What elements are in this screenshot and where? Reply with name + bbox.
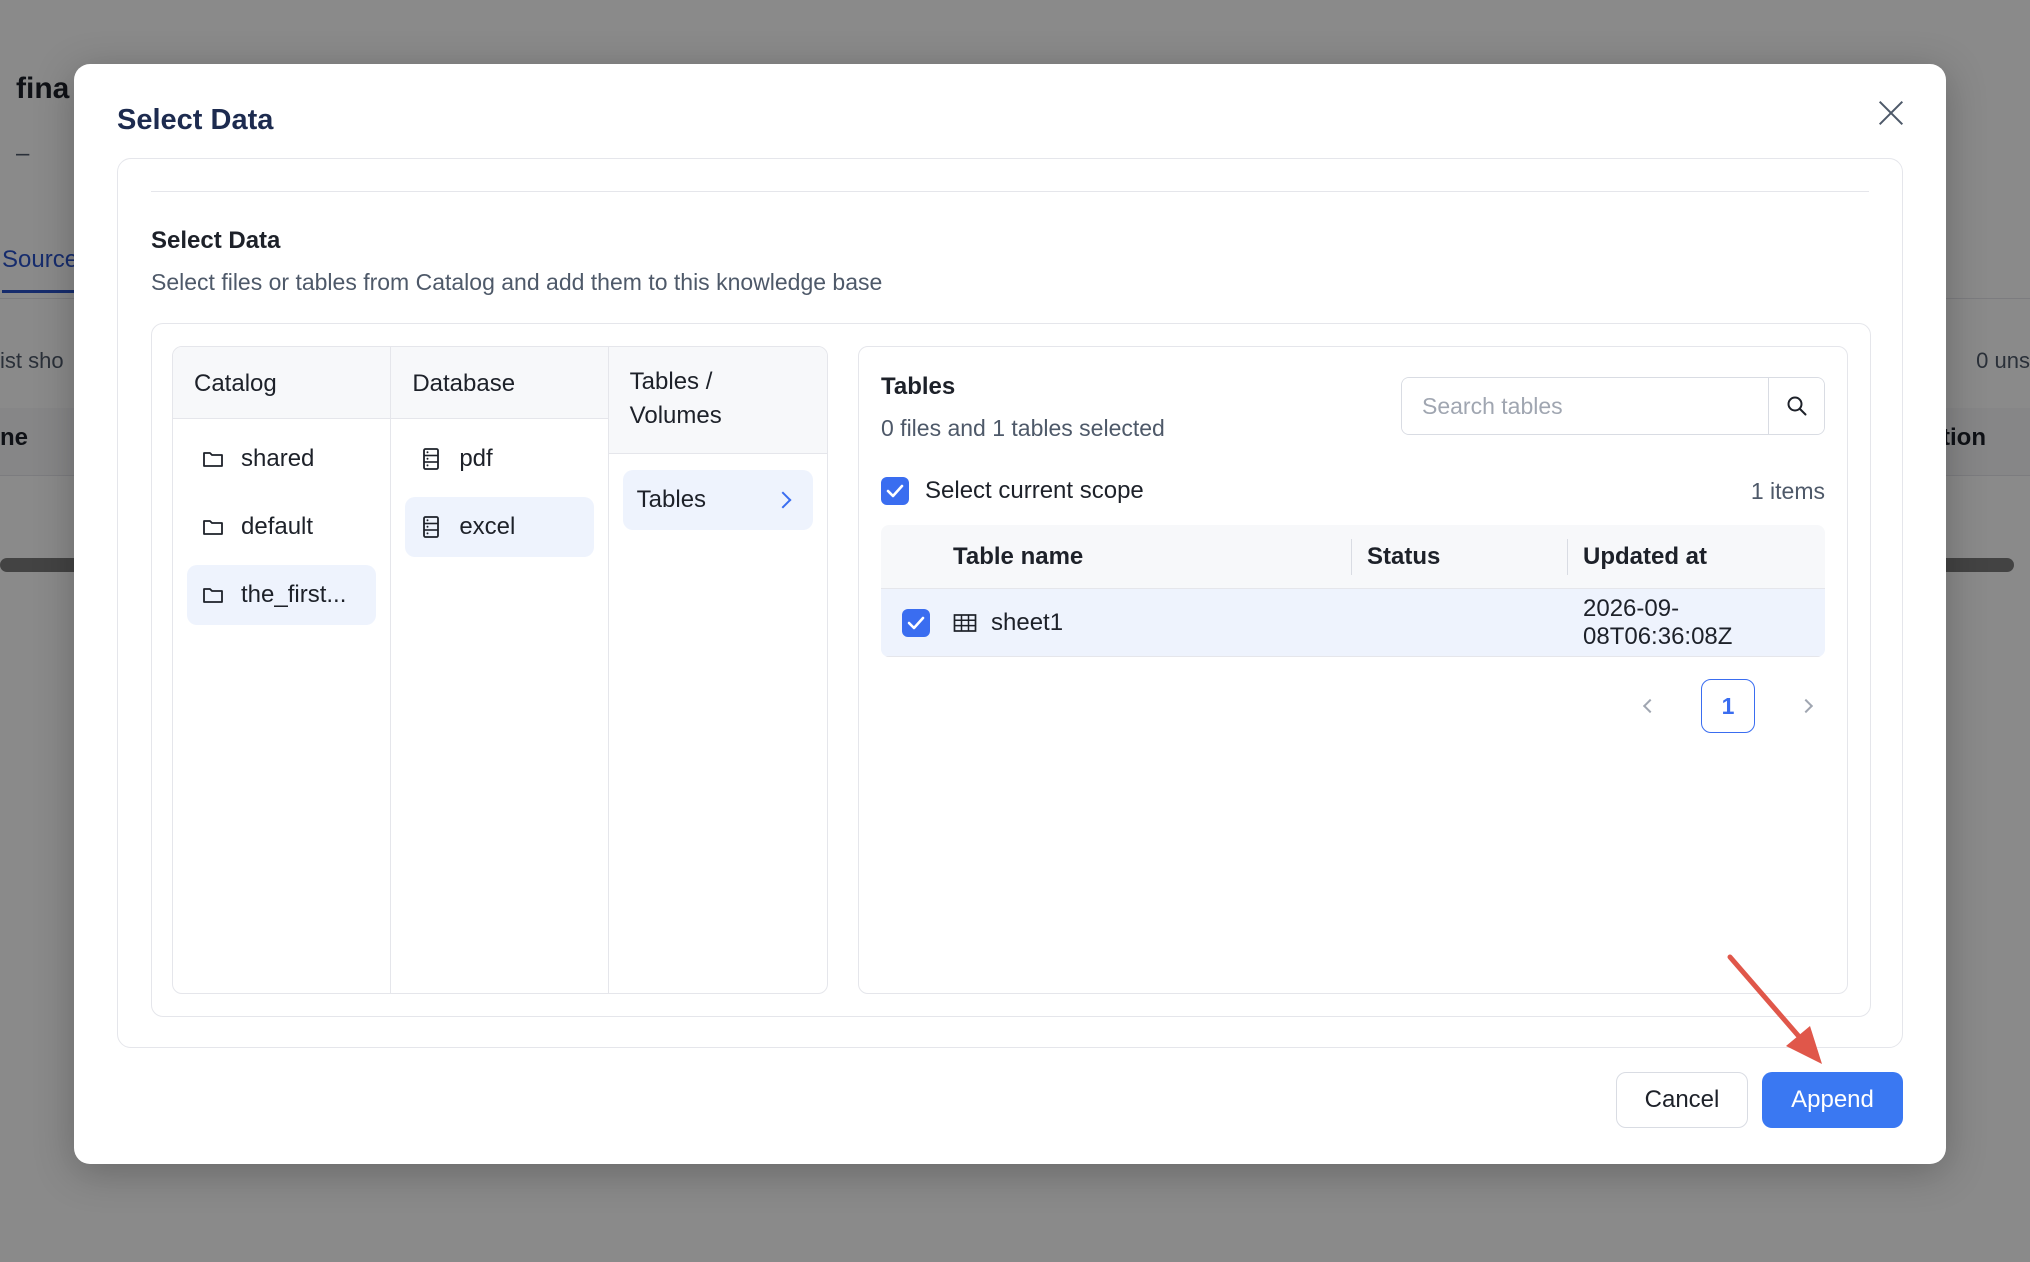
row-updated-at: 2026-09-08T06:36:08Z	[1583, 594, 1733, 650]
row-table-name-cell: sheet1	[951, 609, 1351, 637]
chevron-left-icon	[1642, 698, 1658, 714]
select-scope-checkbox[interactable]	[881, 477, 909, 505]
catalog-item-the-first[interactable]: the_first...	[187, 565, 377, 625]
pagination: 1	[1631, 679, 1825, 733]
database-item-excel[interactable]: excel	[405, 497, 594, 557]
divider	[151, 191, 1869, 192]
chevron-right-icon	[774, 491, 792, 509]
search-input[interactable]	[1402, 378, 1768, 434]
database-icon	[419, 447, 443, 471]
database-item-pdf[interactable]: pdf	[405, 429, 593, 489]
section-title: Select Data	[151, 227, 281, 254]
database-item-label: excel	[459, 513, 516, 540]
catalog-item-label: the_first...	[241, 581, 347, 608]
items-count: 1 items	[1750, 477, 1825, 504]
pagination-next-button[interactable]	[1787, 687, 1825, 725]
database-item-label: pdf	[459, 445, 493, 472]
selection-summary: 0 files and 1 tables selected	[881, 415, 1165, 441]
table-row[interactable]: sheet1 2026-09-08T06:36:08Z	[881, 589, 1825, 657]
catalog-column-header: Catalog	[173, 347, 391, 419]
check-icon	[886, 484, 904, 498]
append-button[interactable]: Append	[1762, 1072, 1903, 1128]
cancel-button[interactable]: Cancel	[1616, 1072, 1748, 1128]
row-checkbox[interactable]	[902, 608, 930, 637]
pagination-page-1[interactable]: 1	[1701, 679, 1755, 733]
chevron-right-icon	[1798, 698, 1814, 714]
column-header-table-name: Table name	[953, 542, 1084, 570]
search-box	[1401, 377, 1825, 435]
tables-volumes-column: Tables / Volumes Tables	[608, 347, 827, 993]
tables-panel: Tables 0 files and 1 tables selected Sel…	[858, 346, 1848, 994]
row-table-name: sheet1	[991, 608, 1064, 636]
database-icon	[419, 515, 443, 539]
section-description: Select files or tables from Catalog and …	[151, 269, 883, 295]
catalog-item-label: shared	[241, 445, 315, 472]
folder-icon	[201, 515, 225, 539]
table-icon	[953, 613, 977, 633]
catalog-item-label: default	[241, 513, 314, 540]
pagination-prev-button[interactable]	[1631, 687, 1669, 725]
catalog-item-shared[interactable]: shared	[187, 429, 376, 489]
tables-volumes-item-label: Tables	[636, 486, 707, 513]
modal-title: Select Data	[117, 104, 274, 136]
folder-icon	[201, 583, 225, 607]
select-scope-label: Select current scope	[925, 477, 1144, 504]
catalog-item-default[interactable]: default	[187, 497, 376, 557]
check-icon	[907, 616, 925, 629]
select-data-card: Select Data Select files or tables from …	[117, 158, 1903, 1048]
tables-panel-title: Tables	[881, 373, 956, 400]
column-header-updated-at: Updated at	[1567, 538, 1825, 575]
search-icon	[1787, 396, 1806, 416]
table-header-row: Table name Status Updated at	[881, 525, 1825, 589]
catalog-browser: Catalog shared default the_first... Data…	[172, 346, 828, 994]
database-column-header: Database	[391, 347, 608, 419]
select-data-modal: Select Data Select Data Select files or …	[74, 64, 1946, 1164]
database-column: Database pdf excel	[391, 347, 609, 993]
folder-icon	[201, 447, 225, 471]
tables-volumes-item-tables[interactable]: Tables	[622, 470, 813, 530]
data-picker: Catalog shared default the_first... Data…	[151, 323, 1871, 1017]
catalog-column: Catalog shared default the_first...	[173, 347, 392, 993]
tables-volumes-column-header: Tables / Volumes	[608, 347, 827, 454]
tables-grid: Table name Status Updated at sheet1 2026…	[881, 525, 1825, 657]
close-icon[interactable]	[1874, 96, 1908, 130]
select-scope-row: Select current scope 1 items	[881, 473, 1825, 509]
column-header-status: Status	[1351, 538, 1567, 575]
row-check-cell	[881, 608, 951, 637]
search-button[interactable]	[1768, 378, 1824, 434]
